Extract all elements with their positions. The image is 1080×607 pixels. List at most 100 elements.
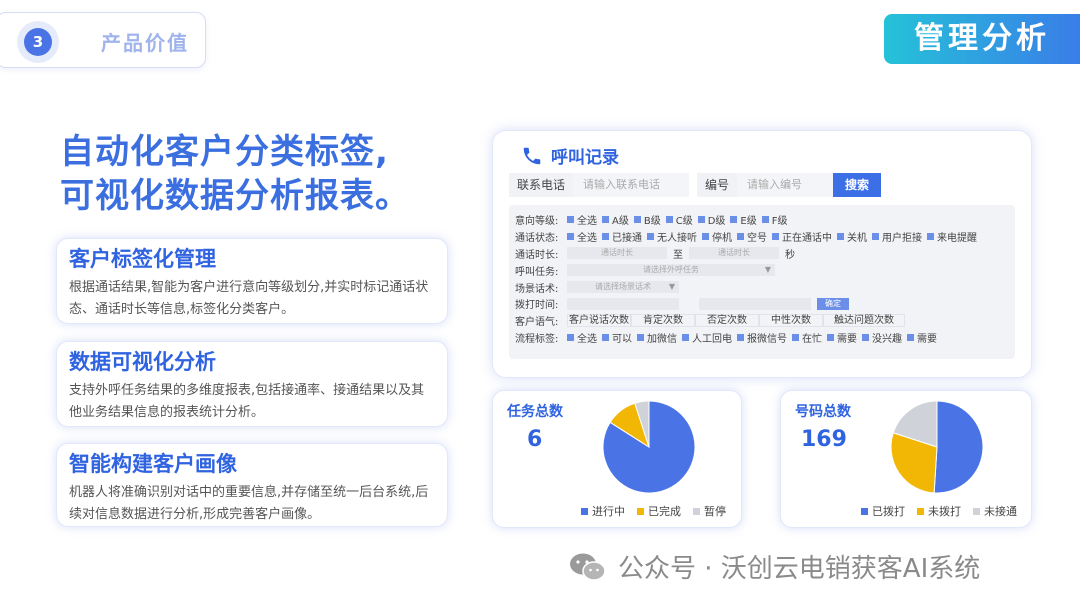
phone-label: 联系电话 <box>509 173 574 197</box>
intent-option[interactable]: A级 <box>602 212 629 227</box>
feature-card-profile: 智能构建客户画像 机器人将准确识别对话中的重要信息,并存储至统一后台系统,后续对… <box>56 443 448 527</box>
flow-tag-option[interactable]: 需要 <box>827 330 857 345</box>
checkbox-icon <box>772 232 779 240</box>
status-option[interactable]: 无人接听 <box>647 229 697 244</box>
intent-option[interactable]: 全选 <box>567 212 597 227</box>
number-pie-chart <box>890 400 984 494</box>
feature-card-tagging: 客户标签化管理 根据通话结果,智能为客户进行意向等级划分,并实时标记通话状态、通… <box>56 238 448 324</box>
chevron-down-icon: ▼ <box>668 282 675 291</box>
chevron-down-icon: ▼ <box>764 265 771 275</box>
task-total-card: 任务总数 6 进行中 已完成 暂停 <box>492 390 742 528</box>
checkbox-icon <box>737 334 744 342</box>
legend-swatch <box>693 507 700 515</box>
flow-tag-option[interactable]: 加微信 <box>637 330 677 345</box>
tone-cell: 否定次数 <box>695 314 759 328</box>
pie-slice-1 <box>933 400 984 494</box>
checkbox-icon <box>637 334 644 342</box>
status-option[interactable]: 用户拒接 <box>872 229 922 244</box>
filter-name: 呼叫任务: <box>515 266 559 278</box>
tone-cell: 肯定次数 <box>631 314 695 328</box>
id-input[interactable]: 请输入编号 <box>737 173 834 197</box>
feature-title: 客户标签化管理 <box>69 247 216 271</box>
filter-name: 客户语气: <box>515 317 559 329</box>
status-option[interactable]: 空号 <box>737 229 767 244</box>
filter-row-flow-tags: 流程标签: 全选 可以 加微信 人工回电 报微信号 在忙 需要 没兴趣 需要 <box>515 329 1009 346</box>
watermark: 公众号 · 沃创云电销获客AI系统 <box>568 548 980 585</box>
section-number-ring: 3 <box>17 21 59 63</box>
feature-title: 数据可视化分析 <box>69 350 216 374</box>
checkbox-icon <box>702 232 709 240</box>
duration-to-input[interactable]: 通话时长 <box>689 247 779 260</box>
legend-swatch <box>861 507 868 515</box>
call-record-title: 呼叫记录 <box>551 148 619 168</box>
task-total-label: 任务总数 <box>507 404 563 420</box>
legend-swatch <box>917 507 924 515</box>
checkbox-icon <box>602 215 609 223</box>
flow-tag-option[interactable]: 报微信号 <box>737 330 787 345</box>
phone-icon <box>523 147 541 164</box>
section-label: 产品价值 <box>101 31 189 55</box>
phone-input[interactable]: 请输入联系电话 <box>573 173 690 197</box>
status-option[interactable]: 正在通话中 <box>772 229 832 244</box>
filter-row-task: 呼叫任务: 请选择外呼任务 ▼ <box>515 262 1009 279</box>
checkbox-icon <box>682 334 689 342</box>
filter-name: 场景话术: <box>515 283 559 295</box>
flow-tag-option[interactable]: 人工回电 <box>682 330 732 345</box>
intent-option[interactable]: D级 <box>697 212 725 227</box>
status-option[interactable]: 已接通 <box>602 229 642 244</box>
status-option[interactable]: 全选 <box>567 229 597 244</box>
flow-tag-option[interactable]: 可以 <box>602 330 632 345</box>
legend-item: 已完成 <box>637 503 681 519</box>
flow-tag-option[interactable]: 在忙 <box>792 330 822 345</box>
tone-cell: 客户说话次数 <box>567 314 631 328</box>
intent-option[interactable]: C级 <box>665 212 693 227</box>
checkbox-icon <box>862 334 869 342</box>
checkbox-icon <box>730 215 738 223</box>
headline: 自动化客户分类标签, 可视化数据分析报表。 <box>60 130 410 218</box>
dial-time-start-input[interactable] <box>567 297 679 310</box>
filter-name: 通话时长: <box>515 249 559 261</box>
duration-from-input[interactable]: 通话时长 <box>567 247 667 260</box>
checkbox-icon <box>665 215 673 223</box>
task-legend: 进行中 已完成 暂停 <box>581 503 738 519</box>
number-total-card: 号码总数 169 已拨打 未拨打 未接通 <box>780 390 1032 528</box>
dial-time-end-input[interactable] <box>699 297 811 310</box>
filter-row-script: 场景话术: 请选择场景话术 ▼ <box>515 279 1009 296</box>
status-option[interactable]: 关机 <box>837 229 867 244</box>
intent-option[interactable]: F级 <box>761 212 788 227</box>
status-option[interactable]: 停机 <box>702 229 732 244</box>
flow-tag-option[interactable]: 需要 <box>907 330 937 345</box>
legend-item: 已拨打 <box>861 503 905 519</box>
search-button[interactable]: 搜索 <box>833 173 882 197</box>
script-select[interactable]: 请选择场景话术 ▼ <box>567 281 679 293</box>
flow-tag-option[interactable]: 全选 <box>567 330 597 345</box>
filter-row-dial-time: 拨打时间: 确定 <box>515 295 1009 312</box>
feature-desc: 根据通话结果,智能为客户进行意向等级划分,并实时标记通话状态、通话时长等信息,标… <box>69 280 429 317</box>
status-option[interactable]: 来电提醒 <box>927 229 977 244</box>
flow-tag-option[interactable]: 没兴趣 <box>862 330 902 345</box>
number-total-value: 169 <box>801 427 847 452</box>
filter-name: 流程标签: <box>515 334 559 346</box>
legend-item: 进行中 <box>581 503 625 519</box>
watermark-text: 公众号 · 沃创云电销获客AI系统 <box>618 554 981 584</box>
task-select[interactable]: 请选择外呼任务 ▼ <box>567 264 775 277</box>
checkbox-icon <box>827 334 834 342</box>
checkbox-icon <box>567 215 574 223</box>
section-number: 3 <box>24 28 52 56</box>
feature-title: 智能构建客户画像 <box>69 452 237 476</box>
checkbox-icon <box>792 334 799 342</box>
duration-unit: 秒 <box>785 249 795 261</box>
legend-item: 未接通 <box>973 503 1017 519</box>
intent-option[interactable]: E级 <box>730 212 757 227</box>
checkbox-icon <box>837 232 844 240</box>
call-record-panel: 呼叫记录 联系电话 请输入联系电话 编号 请输入编号 搜索 意向等级: 全选 A… <box>492 130 1032 378</box>
checkbox-icon <box>647 232 654 240</box>
legend-swatch <box>637 507 644 515</box>
task-total-value: 6 <box>527 427 543 452</box>
filter-box: 意向等级: 全选 A级 B级 C级 D级 E级 F级 通话状态: 全选 已接通 … <box>509 205 1015 359</box>
intent-option[interactable]: B级 <box>633 212 661 227</box>
filter-name: 通话状态: <box>515 232 559 244</box>
feature-desc: 支持外呼任务结果的多维度报表,包括接通率、接通结果以及其他业务结果信息的报表统计… <box>69 383 425 420</box>
confirm-button[interactable]: 确定 <box>817 297 849 310</box>
checkbox-icon <box>907 334 914 342</box>
